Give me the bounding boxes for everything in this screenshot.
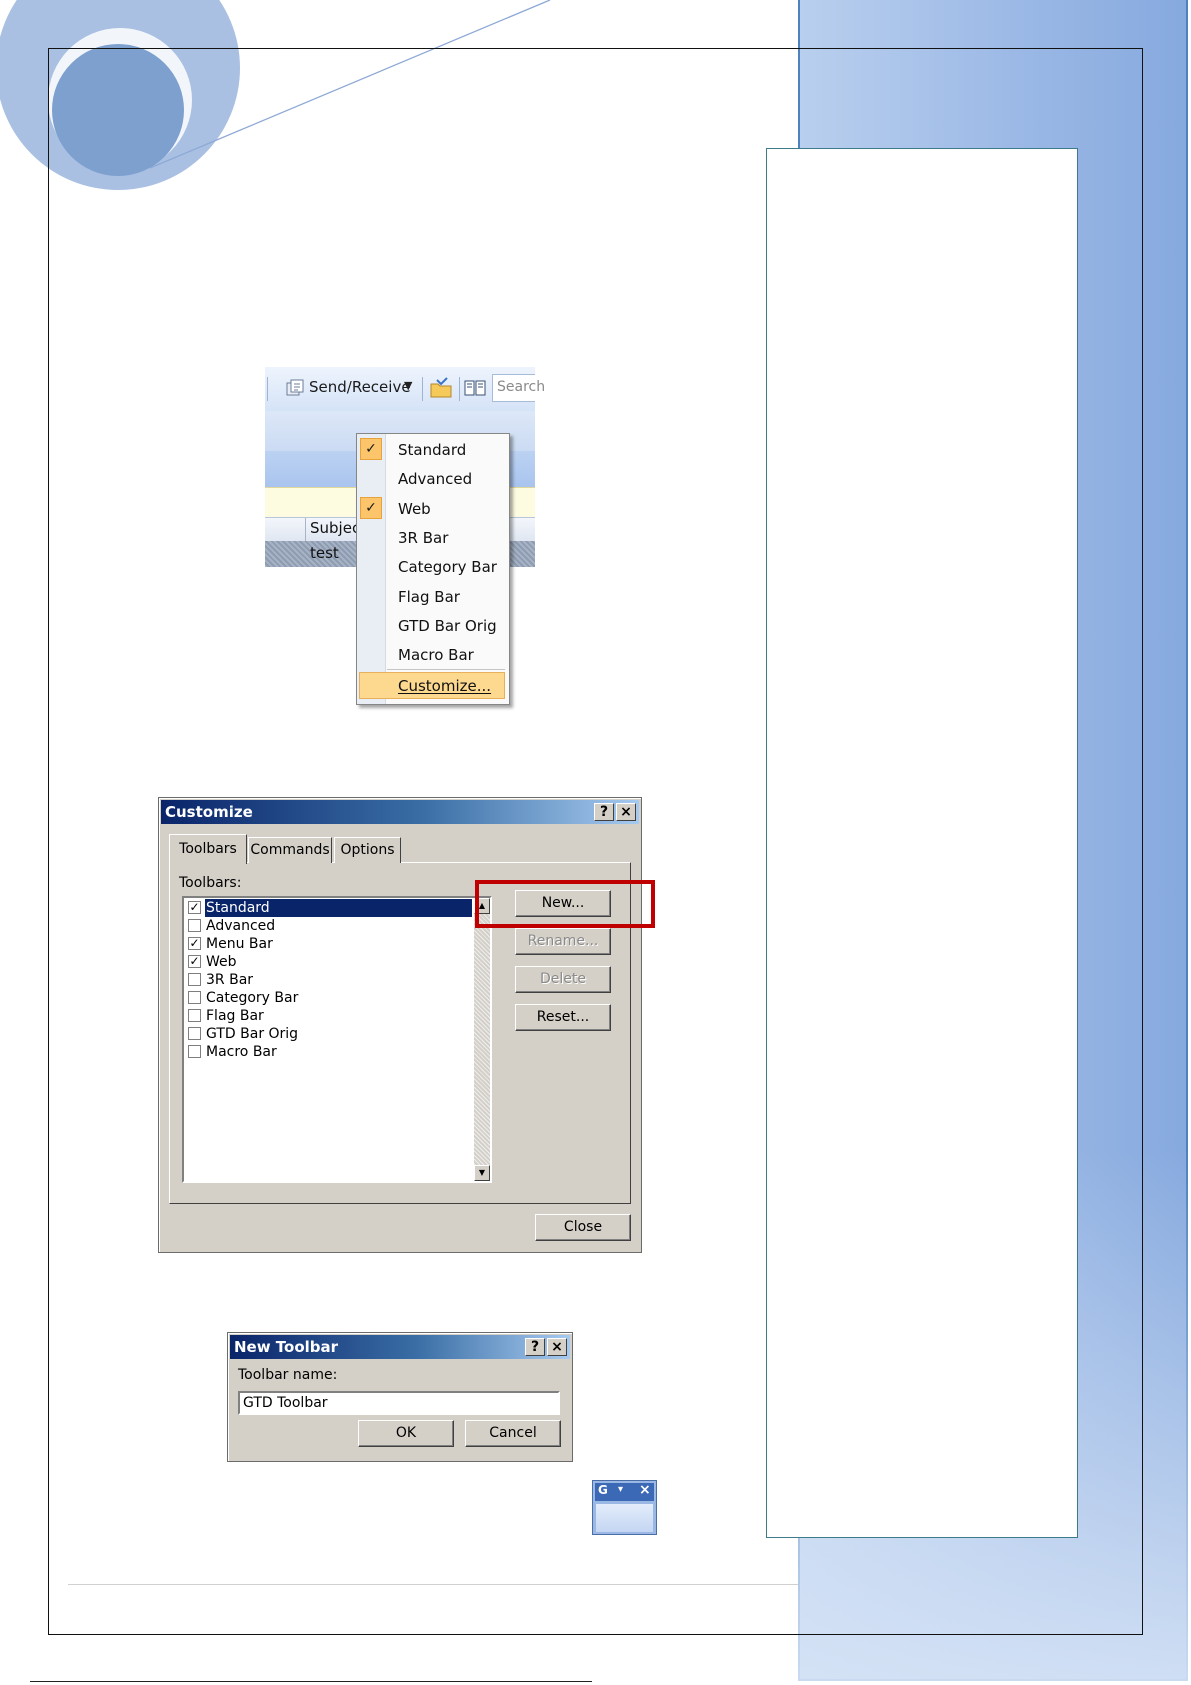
help-button[interactable]: ? [525, 1338, 545, 1356]
address-book-icon[interactable] [464, 379, 486, 397]
toolbar-list-label: Web [206, 954, 237, 970]
menu-item-label: GTD Bar Orig [398, 616, 497, 635]
send-receive-icon[interactable] [285, 378, 305, 398]
menu-item-3r-bar[interactable]: 3R Bar [357, 523, 509, 552]
toolbar-list-item[interactable]: Macro Bar [185, 1043, 473, 1061]
menu-item-advanced[interactable]: Advanced [357, 464, 509, 493]
toolbar-checkbox[interactable] [188, 1045, 201, 1058]
send-receive-button[interactable]: Send/Receive [309, 378, 411, 396]
menu-item-gtd-bar-orig[interactable]: GTD Bar Orig [357, 611, 509, 640]
ok-button[interactable]: OK [358, 1420, 454, 1447]
menu-item-category-bar[interactable]: Category Bar [357, 552, 509, 581]
toolbars-context-menu: ✓ Standard Advanced ✓ Web 3R Bar Category Bar F… [356, 433, 510, 705]
menu-item-customize[interactable]: Customize... [359, 672, 505, 699]
toolbar-checkbox[interactable] [188, 1009, 201, 1022]
floating-toolbar-close-icon[interactable]: × [639, 1482, 651, 1498]
delete-button[interactable]: Delete [515, 966, 611, 993]
toolbar-name-label: Toolbar name: [238, 1367, 338, 1383]
close-x-button[interactable]: × [547, 1338, 567, 1356]
menu-check-icon: ✓ [360, 438, 382, 460]
tab-commands[interactable]: Commands [248, 837, 332, 863]
toolbar-list-item[interactable]: ✓ Standard [185, 899, 473, 917]
toolbars-list-label: Toolbars: [179, 875, 242, 891]
toolbar-checkbox[interactable]: ✓ [188, 937, 201, 950]
send-receive-dropdown-arrow-icon[interactable]: ▼ [404, 379, 412, 392]
toolbar-separator [459, 377, 460, 401]
toolbar-name-value: GTD Toolbar [243, 1395, 328, 1411]
menu-item-flag-bar[interactable]: Flag Bar [357, 582, 509, 611]
menu-item-label: Macro Bar [398, 646, 474, 665]
toolbar-checkbox[interactable] [188, 1027, 201, 1040]
cancel-button[interactable]: Cancel [465, 1420, 561, 1447]
reset-button[interactable]: Reset... [515, 1004, 611, 1031]
floating-toolbar-title: G [598, 1483, 608, 1497]
toolbar-list-label: Menu Bar [206, 936, 273, 952]
toolbar-list-label: Flag Bar [206, 1008, 264, 1024]
toolbar-name-input[interactable]: GTD Toolbar [238, 1391, 560, 1415]
floating-toolbar-title-bar[interactable]: G ▾ × [595, 1482, 654, 1501]
floating-gtd-toolbar[interactable]: G ▾ × [592, 1480, 657, 1535]
menu-item-macro-bar[interactable]: Macro Bar [357, 640, 509, 669]
toolbar-list-label: Category Bar [206, 990, 299, 1006]
find-folder-icon[interactable] [429, 377, 453, 399]
toolbar-list-item[interactable]: 3R Bar [185, 971, 473, 989]
search-address-book-input[interactable]: Search [492, 374, 545, 402]
toolbar-list-item[interactable]: Flag Bar [185, 1007, 473, 1025]
footer-rule [68, 1584, 798, 1585]
floating-toolbar-body [596, 1504, 653, 1532]
close-button[interactable]: Close [535, 1214, 631, 1241]
toolbar-checkbox[interactable] [188, 991, 201, 1004]
menu-item-label: Flag Bar [398, 587, 460, 606]
toolbar-list-label: Standard [206, 900, 270, 916]
rename-button[interactable]: Rename... [515, 928, 611, 955]
menu-item-label: 3R Bar [398, 528, 449, 547]
search-placeholder: Search [497, 379, 546, 395]
toolbar-checkbox[interactable]: ✓ [188, 901, 201, 914]
toolbar-list-item[interactable]: Category Bar [185, 989, 473, 1007]
toolbar-list-label: Advanced [206, 918, 276, 934]
menu-item-label: Advanced [398, 470, 473, 489]
toolbar-separator [267, 377, 268, 401]
new-toolbar-title-bar[interactable]: New Toolbar ? × [230, 1335, 570, 1359]
subject-column-header[interactable]: Subjec [310, 519, 360, 537]
column-divider [305, 518, 306, 542]
toolbar-separator [422, 377, 423, 401]
toolbars-listbox[interactable]: ✓ Standard Advanced ✓ Menu Bar ✓ Web 3R Bar Cate… [182, 896, 492, 1183]
customize-title-bar[interactable]: Customize ? × [161, 800, 639, 824]
toolbar-checkbox[interactable] [188, 919, 201, 932]
toolbar-list-label: GTD Bar Orig [206, 1026, 299, 1042]
menu-item-label: Standard [398, 441, 467, 459]
new-toolbar-dialog: New Toolbar ? × Toolbar name: GTD Toolba… [227, 1332, 573, 1462]
menu-check-icon: ✓ [360, 496, 382, 519]
toolbar-list-label: Macro Bar [206, 1044, 277, 1060]
bottom-rule [30, 1681, 592, 1682]
new-toolbar-dialog-title: New Toolbar [234, 1338, 339, 1356]
toolbar-list-label: 3R Bar [206, 972, 254, 988]
customize-dialog-title: Customize [165, 803, 253, 821]
standard-toolbar-row: Send/Receive ▼ Search [265, 367, 545, 411]
toolbar-checkbox[interactable]: ✓ [188, 955, 201, 968]
menu-separator [387, 669, 505, 670]
close-x-button[interactable]: × [616, 803, 636, 821]
listbox-scrollbar[interactable]: ▲ ▼ [474, 898, 490, 1181]
menu-item-standard[interactable]: ✓ Standard [357, 435, 509, 464]
help-button[interactable]: ? [594, 803, 614, 821]
floating-toolbar-options-icon[interactable]: ▾ [618, 1484, 623, 1495]
toolbar-list-item[interactable]: ✓ Web [185, 953, 473, 971]
tab-options[interactable]: Options [334, 837, 401, 863]
new-button-highlight-annotation [475, 880, 655, 928]
toolbar-list-item[interactable]: GTD Bar Orig [185, 1025, 473, 1043]
toolbar-list-item[interactable]: ✓ Menu Bar [185, 935, 473, 953]
customize-dialog: Customize ? × Toolbars Commands Options … [158, 797, 642, 1253]
message-subject-cell: test [310, 544, 339, 562]
menu-item-label: Category Bar [398, 558, 497, 577]
toolbar-list-item[interactable]: Advanced [185, 917, 473, 935]
toolbar-checkbox[interactable] [188, 973, 201, 986]
tab-toolbars[interactable]: Toolbars [169, 834, 247, 864]
menu-item-web[interactable]: ✓ Web [357, 494, 509, 523]
menu-customize-label: Customize... [398, 677, 492, 695]
menu-item-label: Web [398, 499, 431, 518]
scroll-down-arrow-icon[interactable]: ▼ [474, 1165, 490, 1181]
sidebar-text-box [766, 148, 1078, 1538]
